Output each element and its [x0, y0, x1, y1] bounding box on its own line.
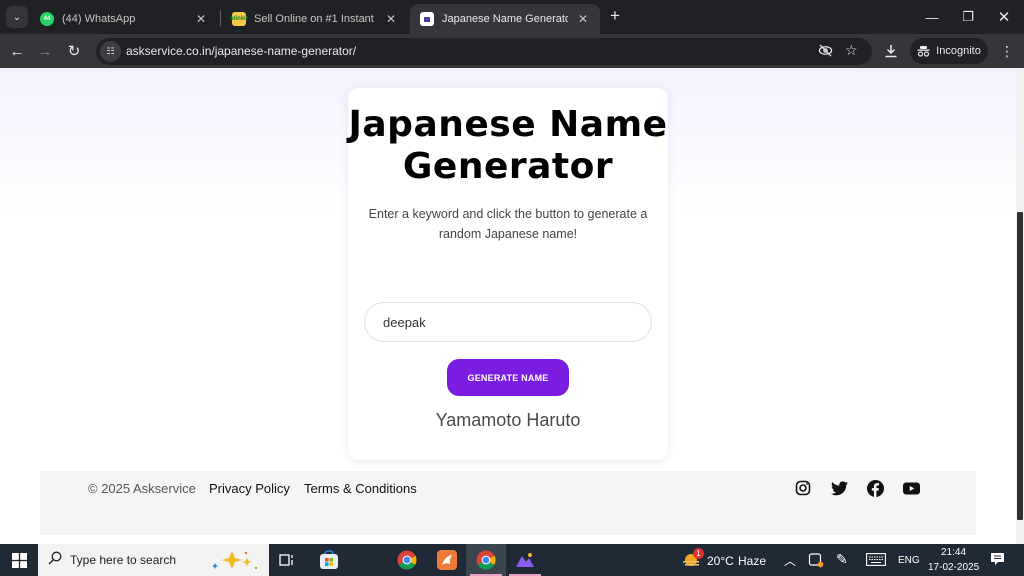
- clock-time[interactable]: 21:44: [941, 547, 966, 558]
- weather-widget[interactable]: 1: [674, 544, 708, 576]
- clock-date[interactable]: 17-02-2025: [928, 562, 979, 573]
- weather-condition: Haze: [738, 554, 767, 568]
- incognito-icon: [917, 46, 930, 57]
- terms-conditions-link[interactable]: Terms & Conditions: [304, 481, 417, 496]
- arrow-right-icon: →: [37, 42, 53, 60]
- bird-app-icon: [437, 550, 457, 570]
- chrome-icon: [397, 550, 417, 570]
- tab-title: (44) WhatsApp: [62, 13, 136, 25]
- close-tab-icon[interactable]: ✕: [576, 12, 590, 26]
- photos-icon: [516, 553, 534, 567]
- language-indicator[interactable]: ENG: [898, 555, 920, 566]
- chrome-icon: [476, 550, 496, 570]
- close-tab-icon[interactable]: ✕: [194, 12, 208, 26]
- bookmark-star-icon[interactable]: ☆: [845, 42, 858, 59]
- back-button[interactable]: ←: [6, 40, 28, 62]
- close-window-button[interactable]: ✕: [986, 0, 1022, 34]
- tab-search-button[interactable]: ⌄: [6, 6, 28, 28]
- address-bar[interactable]: ☷ askservice.co.in/japanese-name-generat…: [96, 38, 872, 65]
- copyright-text: © 2025 Askservice: [88, 481, 196, 496]
- taskbar-ms-store[interactable]: [309, 544, 349, 576]
- show-hidden-icons-chevron-icon[interactable]: ︿: [784, 552, 796, 569]
- task-view-button[interactable]: [267, 544, 307, 576]
- footer: © 2025 Askservice Privacy Policy Terms &…: [40, 471, 976, 535]
- facebook-icon[interactable]: [866, 479, 884, 497]
- close-tab-icon[interactable]: ✕: [384, 12, 398, 26]
- tab-separator: [220, 10, 221, 26]
- eye-off-icon[interactable]: [818, 43, 833, 61]
- taskbar-photos[interactable]: [505, 544, 545, 576]
- reload-button[interactable]: ↻: [63, 40, 85, 62]
- taskbar-search[interactable]: Type here to search: [38, 544, 269, 576]
- keyword-input[interactable]: [364, 302, 652, 342]
- browser-toolbar: ← → ↻ ☷ askservice.co.in/japanese-name-g…: [0, 34, 1024, 68]
- tab-strip: ⌄ 44 (44) WhatsApp ✕ blinkit Sell Online…: [0, 0, 1024, 34]
- page-scrollbar[interactable]: [1016, 68, 1024, 544]
- windows-logo-icon: [11, 552, 27, 568]
- page-title: Japanese Name Generator: [348, 104, 668, 187]
- tab-title: Sell Online on #1 Instant Delive: [254, 13, 376, 25]
- privacy-policy-link[interactable]: Privacy Policy: [209, 481, 290, 496]
- search-placeholder: Type here to search: [70, 553, 177, 567]
- new-tab-button[interactable]: +: [606, 6, 624, 26]
- pen-icon[interactable]: ✎: [836, 551, 848, 568]
- whatsapp-icon: 44: [40, 12, 54, 26]
- incognito-indicator[interactable]: Incognito: [910, 38, 988, 64]
- site-info-button[interactable]: ☷: [100, 41, 121, 62]
- weather-temperature: 20°C: [707, 554, 734, 568]
- restore-button[interactable]: ❐: [950, 0, 986, 34]
- chevron-down-icon: ⌄: [12, 11, 22, 23]
- notification-center-icon[interactable]: [990, 552, 1005, 570]
- tune-icon: ☷: [106, 46, 115, 56]
- generate-name-button[interactable]: GENERATE NAME: [447, 359, 569, 396]
- more-vertical-icon: ⋮: [1000, 42, 1014, 59]
- search-icon: [48, 551, 62, 570]
- generator-card: Japanese Name Generator Enter a keyword …: [348, 88, 668, 460]
- screen: ⌄ 44 (44) WhatsApp ✕ blinkit Sell Online…: [0, 0, 1024, 576]
- youtube-icon[interactable]: [902, 479, 920, 497]
- url-text[interactable]: askservice.co.in/japanese-name-generator…: [126, 44, 356, 58]
- tab-japanese-name-generator[interactable]: Japanese Name Generator ✕: [410, 4, 600, 34]
- taskbar-app-orange[interactable]: [427, 544, 467, 576]
- twitter-icon[interactable]: [830, 479, 848, 497]
- start-button[interactable]: [0, 544, 38, 576]
- tab-whatsapp[interactable]: 44 (44) WhatsApp ✕: [30, 4, 218, 34]
- browser-menu-button[interactable]: ⋮: [996, 40, 1018, 62]
- weather-badge: 1: [693, 548, 704, 559]
- windows-taskbar: Type here to search 1 20°C Haze ︿ ✎ ENG …: [0, 544, 1024, 576]
- taskbar-chrome[interactable]: [387, 544, 427, 576]
- web-page: Japanese Name Generator Enter a keyword …: [0, 68, 1016, 544]
- downloads-button[interactable]: [880, 40, 902, 62]
- forward-button[interactable]: →: [34, 40, 56, 62]
- scrollbar-thumb[interactable]: [1017, 212, 1023, 520]
- minimize-button[interactable]: —: [914, 0, 950, 34]
- page-description: Enter a keyword and click the button to …: [368, 207, 648, 241]
- copilot-sparkle-icon: [210, 549, 260, 576]
- instagram-icon[interactable]: [794, 479, 812, 497]
- blinkit-icon: blinkit: [230, 12, 248, 26]
- askservice-icon: [420, 12, 434, 26]
- taskbar-chrome-active[interactable]: [466, 544, 506, 576]
- tab-blinkit[interactable]: blinkit Sell Online on #1 Instant Delive…: [222, 4, 408, 34]
- download-icon: [885, 45, 897, 58]
- microsoft-store-icon: [320, 550, 338, 569]
- touch-keyboard-icon[interactable]: [866, 553, 886, 569]
- tab-title: Japanese Name Generator: [442, 13, 568, 25]
- task-view-icon: [279, 554, 293, 566]
- incognito-label: Incognito: [936, 45, 981, 57]
- reload-icon: ↻: [67, 43, 81, 60]
- generated-name-result: Yamamoto Haruto: [435, 410, 581, 430]
- meet-now-icon[interactable]: [808, 552, 824, 571]
- arrow-left-icon: ←: [9, 42, 25, 60]
